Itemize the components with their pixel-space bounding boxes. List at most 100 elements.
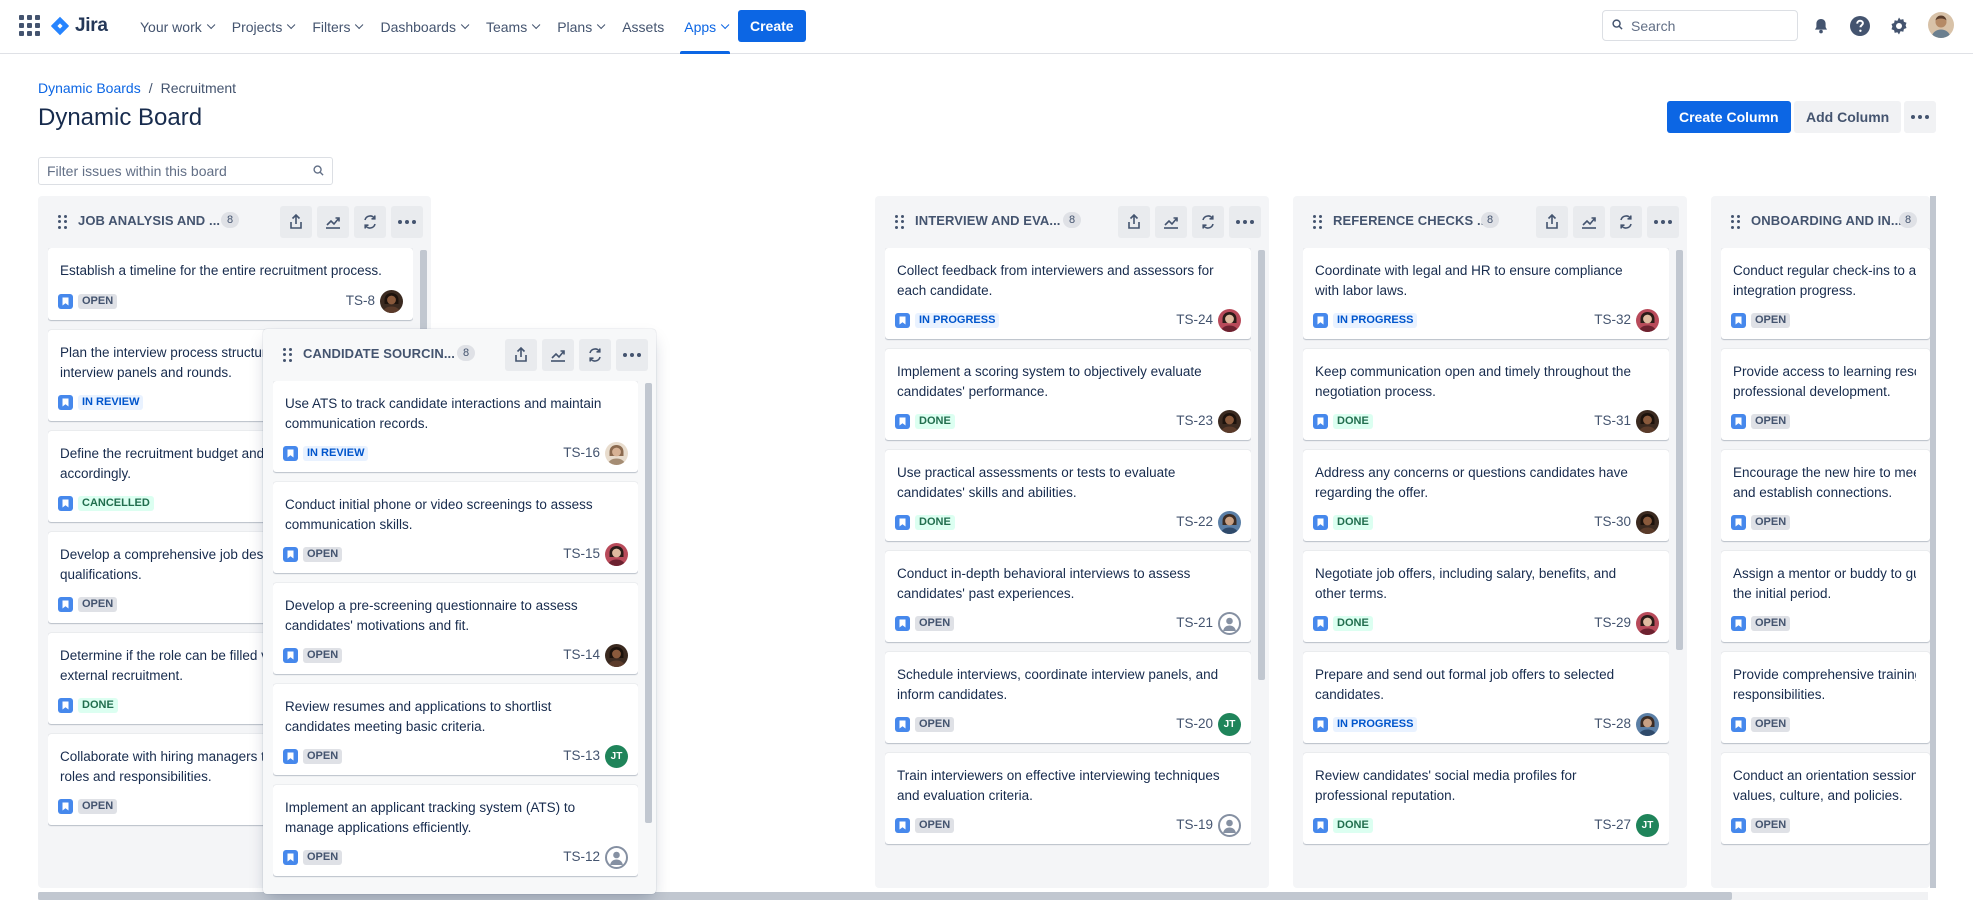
refresh-icon[interactable] <box>354 206 386 238</box>
issue-key[interactable]: TS-22 <box>1176 514 1213 529</box>
create-button[interactable]: Create <box>738 10 806 42</box>
column-more-icon[interactable] <box>1647 206 1679 238</box>
issue-key[interactable]: TS-19 <box>1176 817 1213 832</box>
issue-card[interactable]: Keep communication open and timely throu… <box>1303 349 1669 440</box>
issue-key[interactable]: TS-20 <box>1176 716 1213 731</box>
issue-card[interactable]: Schedule interviews, coordinate intervie… <box>885 652 1251 743</box>
board-column-reference[interactable]: REFERENCE CHECKS ... 8 Coordinate with leg… <box>1293 196 1687 888</box>
assignee-avatar[interactable] <box>1636 309 1659 332</box>
board-column-sourcing[interactable]: CANDIDATE SOURCIN... 8 Use ATS to track ca… <box>263 329 656 894</box>
issue-card[interactable]: Coordinate with legal and HR to ensure c… <box>1303 248 1669 339</box>
add-column-button[interactable]: Add Column <box>1794 101 1902 133</box>
issue-card[interactable]: Establish a timeline for the entire recr… <box>48 248 413 320</box>
issue-card[interactable]: Conduct initial phone or video screening… <box>273 482 638 573</box>
column-scrollbar[interactable] <box>645 383 652 823</box>
assignee-avatar[interactable] <box>1636 410 1659 433</box>
share-icon[interactable] <box>505 339 537 371</box>
nav-your-work[interactable]: Your work <box>130 0 222 54</box>
nav-teams[interactable]: Teams <box>476 0 547 54</box>
assignee-avatar[interactable] <box>605 442 628 465</box>
nav-apps[interactable]: Apps <box>674 0 736 54</box>
issue-key[interactable]: TS-21 <box>1176 615 1213 630</box>
refresh-icon[interactable] <box>1610 206 1642 238</box>
assignee-avatar[interactable]: JT <box>1636 814 1659 837</box>
drag-handle-icon[interactable] <box>895 215 905 229</box>
nav-plans[interactable]: Plans <box>547 0 612 54</box>
board-filter-input[interactable]: Filter issues within this board <box>38 157 333 185</box>
unassigned-avatar-icon[interactable] <box>1218 814 1241 837</box>
assignee-avatar[interactable] <box>380 290 403 313</box>
nav-projects[interactable]: Projects <box>222 0 303 54</box>
issue-key[interactable]: TS-32 <box>1594 312 1631 327</box>
column-more-icon[interactable] <box>391 206 423 238</box>
issue-card[interactable]: Use practical assessments or tests to ev… <box>885 450 1251 541</box>
column-scrollbar[interactable] <box>1676 250 1683 650</box>
issue-card[interactable]: Encourage the new hire to meet team memb… <box>1721 450 1930 541</box>
board-column-interview[interactable]: INTERVIEW AND EVA... 8 Collect feedback fr… <box>875 196 1269 888</box>
assignee-avatar[interactable] <box>1218 410 1241 433</box>
issue-card[interactable]: Prepare and send out formal job offers t… <box>1303 652 1669 743</box>
column-scrollbar[interactable] <box>1258 250 1265 680</box>
issue-card[interactable]: Collect feedback from interviewers and a… <box>885 248 1251 339</box>
drag-handle-icon[interactable] <box>1313 215 1323 229</box>
issue-card[interactable]: Address any concerns or questions candid… <box>1303 450 1669 541</box>
chart-icon[interactable] <box>1573 206 1605 238</box>
settings-icon[interactable] <box>1886 13 1912 39</box>
unassigned-avatar-icon[interactable] <box>1218 612 1241 635</box>
issue-card[interactable]: Use ATS to track candidate interactions … <box>273 381 638 472</box>
drag-handle-icon[interactable] <box>283 348 293 362</box>
create-column-button[interactable]: Create Column <box>1667 101 1791 133</box>
issue-key[interactable]: TS-29 <box>1594 615 1631 630</box>
issue-key[interactable]: TS-31 <box>1594 413 1631 428</box>
nav-filters[interactable]: Filters <box>302 0 370 54</box>
issue-card[interactable]: Negotiate job offers, including salary, … <box>1303 551 1669 642</box>
jira-logo[interactable]: Jira <box>50 14 108 38</box>
issue-card[interactable]: Review candidates' social media profiles… <box>1303 753 1669 844</box>
unassigned-avatar-icon[interactable] <box>605 846 628 869</box>
refresh-icon[interactable] <box>1192 206 1224 238</box>
issue-key[interactable]: TS-14 <box>563 647 600 662</box>
column-more-icon[interactable] <box>1229 206 1261 238</box>
share-icon[interactable] <box>280 206 312 238</box>
issue-key[interactable]: TS-16 <box>563 445 600 460</box>
issue-card[interactable]: Implement an applicant tracking system (… <box>273 785 638 876</box>
issue-card[interactable]: Implement a scoring system to objectivel… <box>885 349 1251 440</box>
notifications-icon[interactable] <box>1808 13 1834 39</box>
issue-key[interactable]: TS-30 <box>1594 514 1631 529</box>
assignee-avatar[interactable] <box>605 543 628 566</box>
issue-card[interactable]: Assign a mentor or buddy to guide the ne… <box>1721 551 1930 642</box>
chart-icon[interactable] <box>542 339 574 371</box>
drag-handle-icon[interactable] <box>58 215 68 229</box>
app-switcher-icon[interactable] <box>18 14 40 36</box>
issue-card[interactable]: Develop a pre-screening questionnaire to… <box>273 583 638 674</box>
assignee-avatar[interactable] <box>1218 309 1241 332</box>
issue-card[interactable]: Provide comprehensive training on job-sp… <box>1721 652 1930 743</box>
issue-card[interactable]: Conduct an orientation session to introd… <box>1721 753 1930 844</box>
issue-key[interactable]: TS-27 <box>1594 817 1631 832</box>
chart-icon[interactable] <box>1155 206 1187 238</box>
assignee-avatar[interactable] <box>1636 713 1659 736</box>
issue-card[interactable]: Conduct regular check-ins to assess the … <box>1721 248 1930 339</box>
refresh-icon[interactable] <box>579 339 611 371</box>
drag-handle-icon[interactable] <box>1731 215 1741 229</box>
issue-key[interactable]: TS-8 <box>346 293 375 308</box>
issue-key[interactable]: TS-12 <box>563 849 600 864</box>
assignee-avatar[interactable] <box>1218 511 1241 534</box>
issue-key[interactable]: TS-28 <box>1594 716 1631 731</box>
assignee-avatar[interactable]: JT <box>1218 713 1241 736</box>
board-vertical-scrollbar[interactable] <box>1930 196 1936 888</box>
nav-assets[interactable]: Assets <box>612 0 674 54</box>
issue-key[interactable]: TS-23 <box>1176 413 1213 428</box>
board-more-actions-button[interactable] <box>1904 101 1936 133</box>
board-column-onboarding[interactable]: ONBOARDING AND IN... 8 Conduct regular che… <box>1711 196 1930 888</box>
issue-card[interactable]: Train interviewers on effective intervie… <box>885 753 1251 844</box>
issue-key[interactable]: TS-24 <box>1176 312 1213 327</box>
issue-card[interactable]: Provide access to learning resources and… <box>1721 349 1930 440</box>
chart-icon[interactable] <box>317 206 349 238</box>
issue-card[interactable]: Review resumes and applications to short… <box>273 684 638 775</box>
profile-avatar[interactable] <box>1928 12 1954 38</box>
column-more-icon[interactable] <box>616 339 648 371</box>
nav-dashboards[interactable]: Dashboards <box>370 0 476 54</box>
breadcrumb-root-link[interactable]: Dynamic Boards <box>38 80 141 96</box>
assignee-avatar[interactable] <box>1636 511 1659 534</box>
